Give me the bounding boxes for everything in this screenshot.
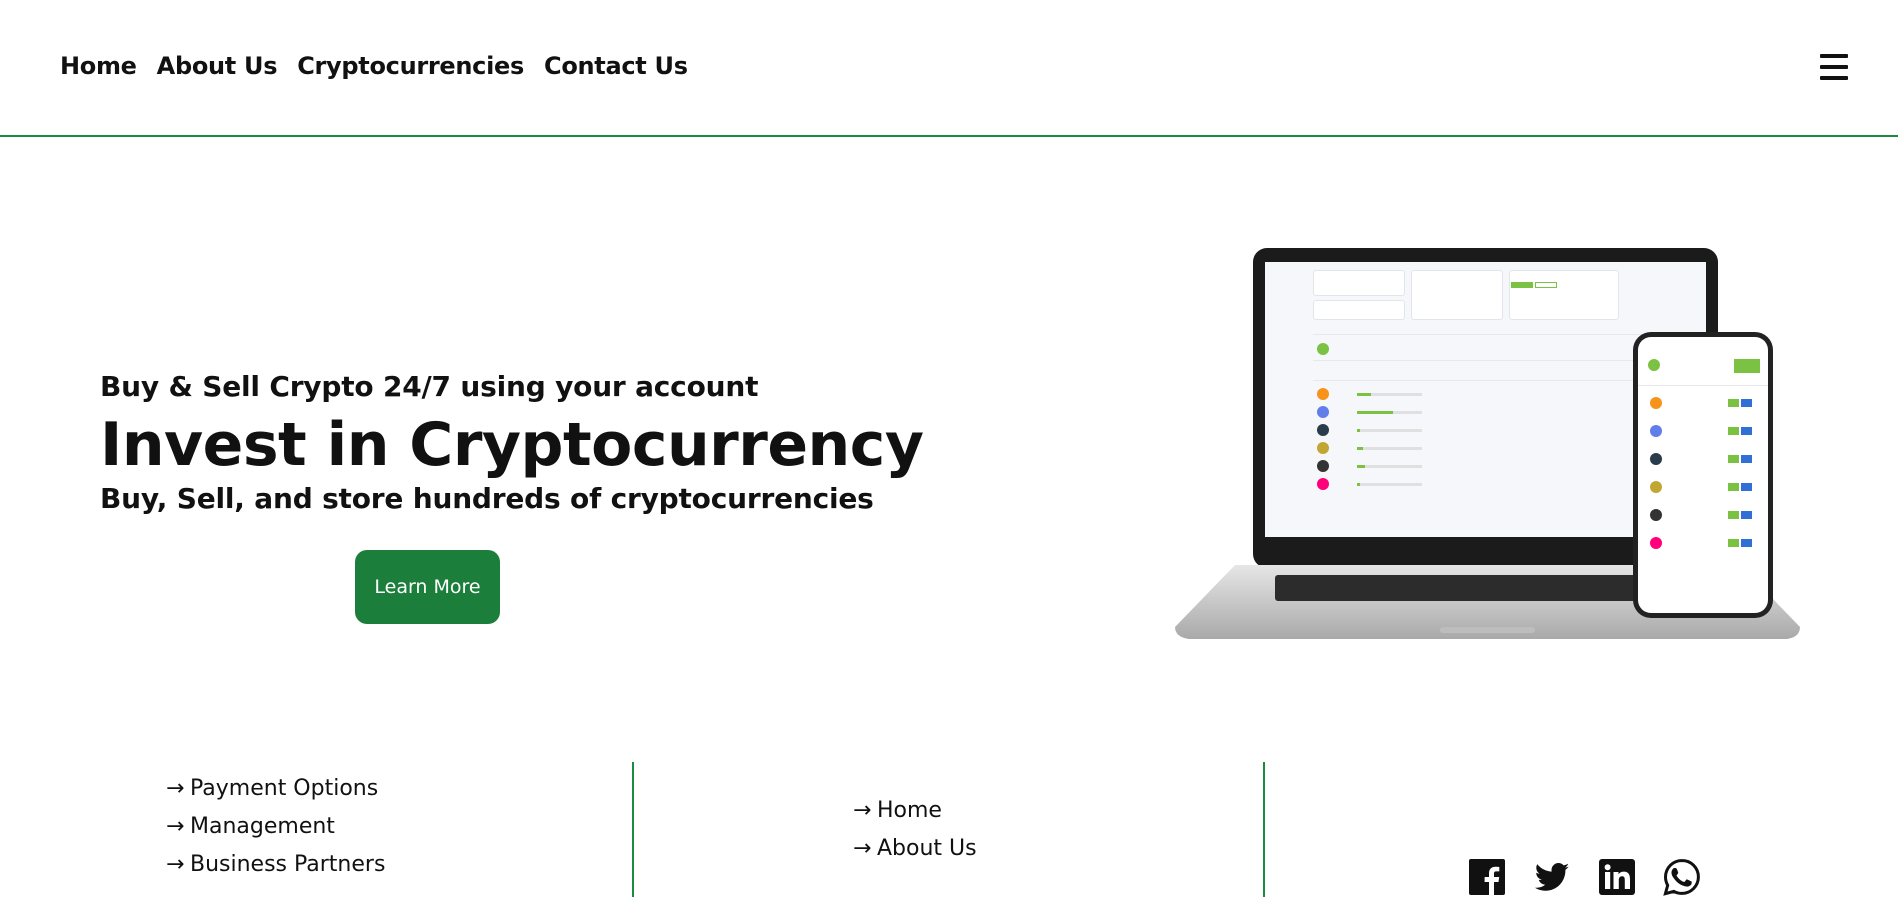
top-navbar: Home About Us Cryptocurrencies Contact U… [0, 0, 1898, 137]
footer-links-col-2: → Home → About Us [853, 798, 977, 874]
footer-link-payment-options[interactable]: → Payment Options [166, 776, 385, 801]
laptop-and-phone-dashboard-image [1175, 245, 1800, 655]
learn-more-button[interactable]: Learn More [355, 550, 500, 624]
social-icons [1468, 858, 1701, 896]
twitter-icon[interactable] [1533, 858, 1571, 896]
arrow-right-icon: → [853, 798, 872, 823]
nav-link-cryptocurrencies[interactable]: Cryptocurrencies [297, 52, 524, 80]
nav-link-contact-us[interactable]: Contact Us [544, 52, 688, 80]
footer-link-business-partners[interactable]: → Business Partners [166, 852, 385, 877]
hero-section: Buy & Sell Crypto 24/7 using your accoun… [100, 370, 924, 515]
hero-title: Invest in Cryptocurrency [100, 410, 924, 480]
nav-link-about-us[interactable]: About Us [157, 52, 278, 80]
phone-mockup [1633, 332, 1773, 618]
arrow-right-icon: → [853, 836, 872, 861]
nav-link-home[interactable]: Home [60, 52, 137, 80]
main-nav: Home About Us Cryptocurrencies Contact U… [60, 52, 688, 80]
footer-link-home[interactable]: → Home [853, 798, 977, 823]
facebook-icon[interactable] [1468, 858, 1506, 896]
laptop-keyboard [1275, 575, 1685, 601]
linkedin-icon[interactable] [1598, 858, 1636, 896]
hero-subtitle: Buy & Sell Crypto 24/7 using your accoun… [100, 370, 759, 403]
arrow-right-icon: → [166, 776, 185, 801]
arrow-right-icon: → [166, 852, 185, 877]
footer-link-about-us[interactable]: → About Us [853, 836, 977, 861]
whatsapp-icon[interactable] [1663, 858, 1701, 896]
footer-divider [632, 762, 634, 897]
hamburger-menu-icon[interactable] [1820, 54, 1848, 80]
footer-link-management[interactable]: → Management [166, 814, 385, 839]
footer-links-col-1: → Payment Options → Management → Business P… [166, 776, 385, 890]
footer-divider [1263, 762, 1265, 897]
hero-description: Buy, Sell, and store hundreds of cryptoc… [100, 482, 874, 515]
arrow-right-icon: → [166, 814, 185, 839]
